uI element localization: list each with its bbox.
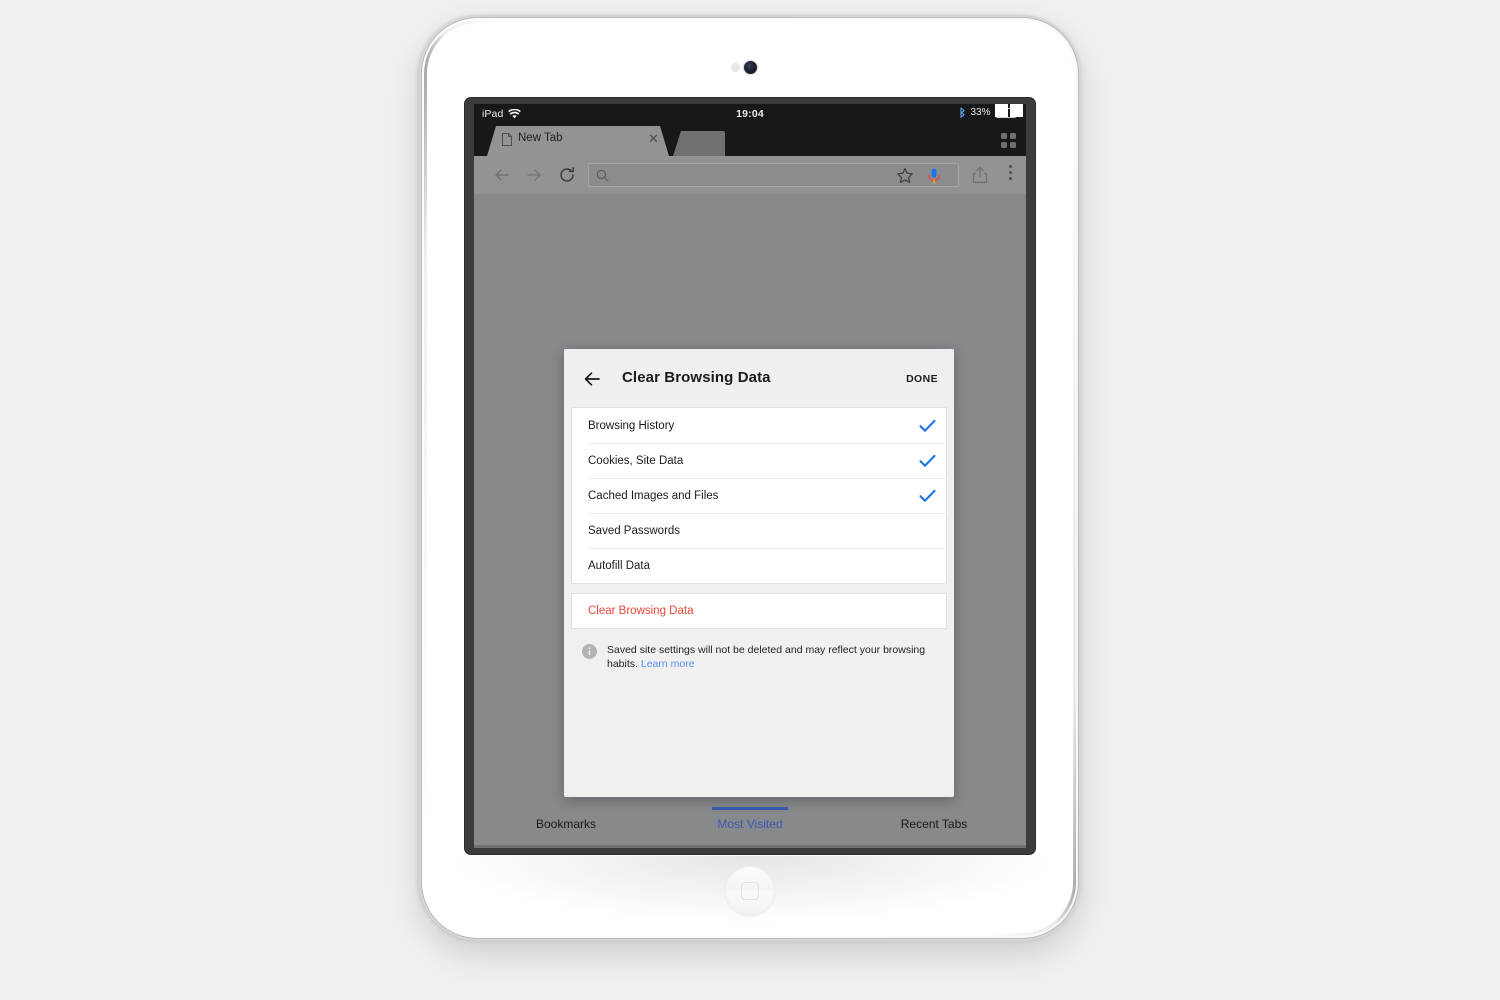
microphone-icon[interactable] xyxy=(925,167,943,185)
new-tab-page: Clear Browsing Data DONE Browsing Histor… xyxy=(474,194,1026,848)
close-icon[interactable]: ✕ xyxy=(648,132,659,145)
ntp-tab-bar: Bookmarks Most Visited Recent Tabs xyxy=(474,800,1026,848)
clear-browsing-data-button[interactable]: Clear Browsing Data xyxy=(571,593,947,629)
search-input[interactable] xyxy=(588,163,959,187)
done-button[interactable]: DONE xyxy=(906,373,938,385)
corner-artifact-left xyxy=(995,104,1008,117)
option-row-saved-passwords[interactable]: Saved Passwords xyxy=(572,513,946,548)
option-row-browsing-history[interactable]: Browsing History xyxy=(572,408,946,443)
arrow-right-icon[interactable] xyxy=(524,165,544,185)
new-tab-button[interactable] xyxy=(673,131,725,156)
search-icon xyxy=(596,169,609,182)
page-title: Clear Browsing Data xyxy=(622,369,771,386)
grid-icon[interactable] xyxy=(1001,133,1016,148)
option-row-cached-images-and-files[interactable]: Cached Images and Files xyxy=(572,478,946,513)
share-icon[interactable] xyxy=(970,165,990,185)
option-label: Autofill Data xyxy=(588,559,651,572)
bluetooth-icon xyxy=(960,107,966,118)
corner-artifact-right xyxy=(1010,104,1023,117)
star-icon[interactable] xyxy=(896,167,914,185)
status-bar-clock: 19:04 xyxy=(736,108,764,120)
dialog-footnote: Saved site settings will not be deleted … xyxy=(582,643,936,671)
option-row-autofill-data[interactable]: Autofill Data xyxy=(572,548,946,583)
arrow-left-icon[interactable] xyxy=(492,165,512,185)
browser-tab-new-tab[interactable] xyxy=(487,126,669,156)
option-label: Cookies, Site Data xyxy=(588,454,684,467)
screen-bezel: iPad 19:04 33% New Tab ✕ Clear Browsing … xyxy=(465,98,1035,854)
page-icon xyxy=(502,133,512,146)
dialog-header: Clear Browsing Data DONE xyxy=(564,349,954,407)
reload-icon[interactable] xyxy=(557,165,577,185)
info-icon xyxy=(582,644,597,664)
checkmark-icon xyxy=(919,489,936,502)
ios-status-bar: iPad 19:04 33% xyxy=(474,104,1026,124)
home-button-square-icon xyxy=(741,882,759,900)
tab-label: Recent Tabs xyxy=(900,817,968,831)
checkmark-icon xyxy=(919,454,936,467)
tab-most-visited[interactable]: Most Visited xyxy=(658,800,842,848)
battery-percent-label: 33% xyxy=(970,107,991,118)
browser-tab-strip: New Tab ✕ xyxy=(474,124,1026,156)
clear-browsing-data-label: Clear Browsing Data xyxy=(588,605,694,617)
more-vertical-icon[interactable] xyxy=(1000,165,1020,185)
home-button[interactable] xyxy=(725,866,775,916)
option-label: Browsing History xyxy=(588,419,675,432)
browser-tab-title: New Tab xyxy=(518,132,563,144)
ambient-sensor-icon xyxy=(731,63,740,72)
clear-data-options-list: Browsing History Cookies, Site Data Cach… xyxy=(571,407,947,584)
tab-label: Most Visited xyxy=(717,817,783,831)
checkmark-icon xyxy=(919,419,936,432)
tab-label: Bookmarks xyxy=(535,817,597,831)
learn-more-link[interactable]: Learn more xyxy=(641,658,695,670)
footnote-text: Saved site settings will not be deleted … xyxy=(607,643,927,671)
option-label: Saved Passwords xyxy=(588,524,681,537)
arrow-left-icon[interactable] xyxy=(582,369,602,389)
option-label: Cached Images and Files xyxy=(588,489,719,502)
front-camera-icon xyxy=(744,61,757,74)
ipad-screen: iPad 19:04 33% New Tab ✕ Clear Browsing … xyxy=(474,104,1026,848)
bottom-divider xyxy=(474,845,1026,848)
active-tab-indicator xyxy=(712,807,788,810)
clear-browsing-data-dialog: Clear Browsing Data DONE Browsing Histor… xyxy=(564,349,954,797)
tab-recent-tabs[interactable]: Recent Tabs xyxy=(842,800,1026,848)
browser-toolbar xyxy=(474,156,1026,194)
tab-bookmarks[interactable]: Bookmarks xyxy=(474,800,658,848)
option-row-cookies-site-data[interactable]: Cookies, Site Data xyxy=(572,443,946,478)
